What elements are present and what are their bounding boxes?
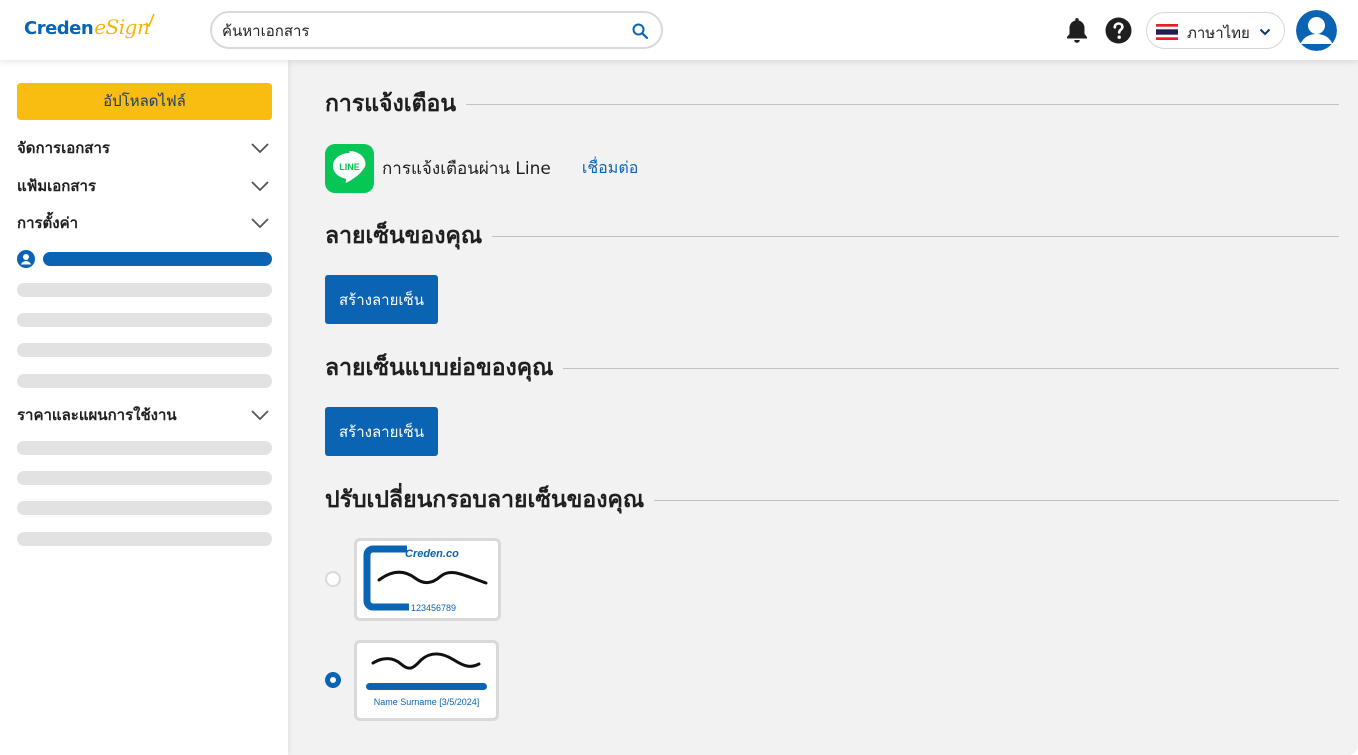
avatar-user-icon [1296, 10, 1337, 51]
sidebar-placeholder-item[interactable] [17, 374, 272, 388]
line-logo-text: LINE [339, 162, 360, 172]
section-signature: ลายเซ็นของคุณ [325, 218, 1339, 254]
active-item-placeholder [43, 252, 272, 266]
sidebar-placeholder-item[interactable] [17, 501, 272, 515]
chevron-down-icon [251, 143, 269, 154]
settings-content: การแจ้งเตือน LINE การแจ้งเตือนผ่าน Line … [288, 60, 1358, 755]
language-label: ภาษาไทย [1187, 24, 1250, 42]
logo-primary-text: Creden [24, 18, 94, 39]
frame-option-1-radio[interactable] [325, 571, 341, 587]
name-frame-preview: Name Surname [3/5/2024] [366, 652, 487, 707]
logo-check-icon [145, 13, 156, 27]
sidebar-placeholder-item[interactable] [17, 441, 272, 455]
create-signature-button[interactable]: สร้างลายเซ็น [325, 275, 438, 324]
logo-secondary-text: eSign [94, 15, 150, 39]
sidebar-item-manage-documents[interactable]: จัดการเอกสาร [17, 136, 272, 160]
sidebar-item-label: แฟ้มเอกสาร [17, 177, 97, 195]
create-initials-button[interactable]: สร้างลายเซ็น [325, 407, 438, 456]
upload-file-button[interactable]: อัปโหลดไฟล์ [17, 83, 272, 120]
top-header: Creden eSign ภาษาไทย [0, 0, 1358, 60]
sidebar-item-folders[interactable]: แฟ้มเอกสาร [17, 174, 272, 198]
section-notifications: การแจ้งเตือน [325, 86, 1339, 122]
line-bubble-icon: LINE [333, 150, 366, 183]
sidebar-item-pricing-plans[interactable]: ราคาและแผนการใช้งาน [17, 403, 272, 427]
sidebar: อัปโหลดไฟล์ จัดการเอกสาร แฟ้มเอกสาร การต… [0, 60, 288, 755]
user-circle-icon [17, 250, 35, 268]
frame-option-2-card[interactable]: Name Surname [3/5/2024] [354, 640, 499, 721]
section-title: ลายเซ็นของคุณ [325, 223, 483, 249]
language-selector[interactable]: ภาษาไทย [1146, 12, 1285, 49]
sidebar-placeholder-item[interactable] [17, 343, 272, 357]
sidebar-placeholder-item[interactable] [17, 313, 272, 327]
frame-option-1-card[interactable]: Creden.co 123456789 [354, 538, 501, 621]
connect-line-link[interactable]: เชื่อมต่อ [582, 156, 638, 181]
frame-caption-text: Name Surname [3/5/2024] [374, 697, 480, 707]
sidebar-item-profile-active[interactable] [17, 250, 272, 268]
chevron-down-icon [1259, 28, 1271, 36]
section-title: ปรับเปลี่ยนกรอบลายเซ็นของคุณ [325, 487, 645, 513]
section-signature-frame: ปรับเปลี่ยนกรอบลายเซ็นของคุณ [325, 482, 1339, 518]
divider [563, 367, 1339, 369]
frame-option-2-radio[interactable] [325, 672, 341, 688]
sidebar-placeholder-item[interactable] [17, 532, 272, 546]
sidebar-item-settings[interactable]: การตั้งค่า [17, 211, 272, 235]
app-logo[interactable]: Creden eSign [24, 13, 156, 45]
search-input[interactable] [222, 19, 622, 43]
section-initials: ลายเซ็นแบบย่อของคุณ [325, 350, 1339, 386]
sidebar-item-label: การตั้งค่า [17, 214, 79, 232]
chevron-down-icon [251, 410, 269, 421]
notification-bell-icon[interactable] [1064, 16, 1090, 44]
chevron-down-icon [251, 218, 269, 229]
divider [466, 103, 1339, 105]
search-bar [210, 11, 663, 49]
chevron-down-icon [251, 181, 269, 192]
line-notification-row: LINE การแจ้งเตือนผ่าน Line เชื่อมต่อ [325, 143, 638, 193]
line-logo-icon: LINE [325, 143, 374, 193]
search-icon[interactable] [631, 22, 649, 40]
divider [492, 235, 1339, 237]
sidebar-placeholder-item[interactable] [17, 471, 272, 485]
section-title: ลายเซ็นแบบย่อของคุณ [325, 355, 554, 381]
creden-frame-preview: Creden.co 123456789 [363, 545, 488, 613]
sidebar-placeholder-item[interactable] [17, 283, 272, 297]
line-notification-label: การแจ้งเตือนผ่าน Line [382, 158, 551, 179]
frame-id-text: 123456789 [411, 603, 456, 613]
sidebar-item-label: ราคาและแผนการใช้งาน [17, 406, 177, 424]
divider [654, 499, 1339, 501]
user-avatar[interactable] [1296, 10, 1337, 51]
thai-flag-icon [1156, 24, 1178, 40]
frame-brand-text: Creden.co [405, 548, 459, 560]
help-icon[interactable] [1105, 17, 1132, 44]
section-title: การแจ้งเตือน [325, 91, 457, 117]
sidebar-item-label: จัดการเอกสาร [17, 139, 110, 157]
